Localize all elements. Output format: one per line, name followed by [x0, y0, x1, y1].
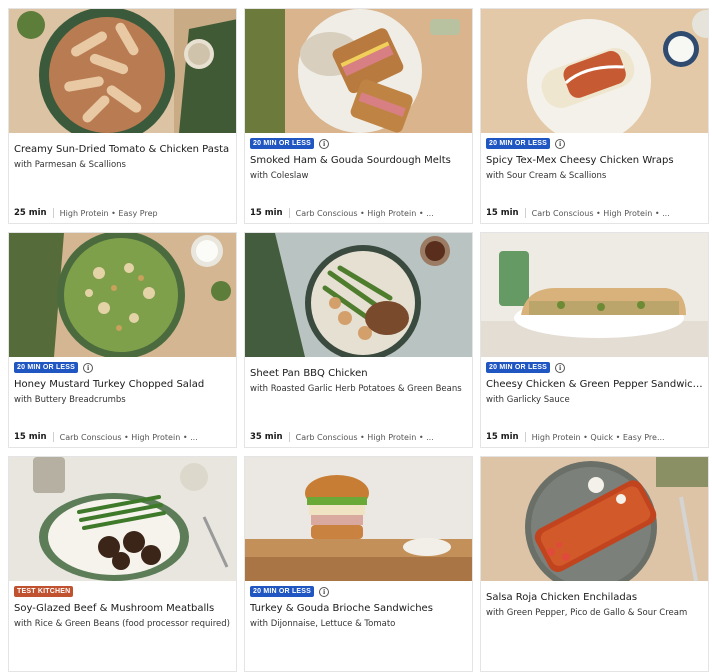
card-body: 20 MIN OR LESS i Smoked Ham & Gouda Sour…	[245, 133, 472, 223]
quick-badge: 20 MIN OR LESS	[14, 362, 79, 373]
divider	[288, 432, 290, 442]
recipe-tags: Carb Conscious • High Protein • ...	[531, 208, 670, 218]
divider	[52, 208, 54, 218]
recipe-card[interactable]: 20 MIN OR LESS i Turkey & Gouda Brioche …	[244, 456, 473, 672]
recipe-title: Smoked Ham & Gouda Sourdough Melts	[250, 155, 451, 166]
recipe-title: Soy-Glazed Beef & Mushroom Meatballs	[14, 603, 215, 614]
recipe-card[interactable]: 20 MIN OR LESS i Cheesy Chicken & Green …	[480, 232, 709, 448]
quick-badge: 20 MIN OR LESS	[250, 138, 315, 149]
recipe-meta: 15 min Carb Conscious • High Protein • .…	[250, 208, 468, 218]
recipe-photo	[9, 9, 236, 133]
recipe-photo	[481, 233, 708, 357]
recipe-tags: Carb Conscious • High Protein • ...	[295, 208, 434, 218]
recipe-title: Turkey & Gouda Brioche Sandwiches	[250, 603, 433, 614]
info-icon[interactable]: i	[83, 362, 94, 373]
recipe-card[interactable]: 20 MIN OR LESS i Spicy Tex-Mex Cheesy Ch…	[480, 8, 709, 224]
recipe-meta: 15 min High Protein • Quick • Easy Pre..…	[486, 432, 704, 442]
cook-time: 15 min	[486, 208, 519, 218]
card-body: Salsa Roja Chicken Enchiladas with Green…	[481, 581, 708, 671]
card-body: 20 MIN OR LESS i Spicy Tex-Mex Cheesy Ch…	[481, 133, 708, 223]
info-icon[interactable]: i	[319, 586, 330, 597]
test-kitchen-badge: TEST KITCHEN	[14, 586, 74, 597]
recipe-grid: Creamy Sun-Dried Tomato & Chicken Pasta …	[8, 8, 709, 672]
info-icon[interactable]: i	[555, 362, 566, 373]
recipe-photo	[245, 9, 472, 133]
badge-row: 20 MIN OR LESS i	[250, 586, 330, 597]
recipe-title: Sheet Pan BBQ Chicken	[250, 368, 368, 379]
recipe-photo	[481, 457, 708, 581]
recipe-photo	[9, 233, 236, 357]
cook-time: 35 min	[250, 432, 283, 442]
info-icon[interactable]: i	[319, 138, 330, 149]
recipe-subtitle: with Sour Cream & Scallions	[486, 171, 607, 181]
recipe-photo	[245, 457, 472, 581]
recipe-card[interactable]: 20 MIN OR LESS i Smoked Ham & Gouda Sour…	[244, 8, 473, 224]
recipe-card[interactable]: 20 MIN OR LESS i Honey Mustard Turkey Ch…	[8, 232, 237, 448]
card-body: 20 MIN OR LESS i Honey Mustard Turkey Ch…	[9, 357, 236, 447]
recipe-meta: 35 min Carb Conscious • High Protein • .…	[250, 432, 468, 442]
cook-time: 15 min	[486, 432, 519, 442]
recipe-subtitle: with Green Pepper, Pico de Gallo & Sour …	[486, 608, 688, 618]
recipe-meta: 25 min High Protein • Easy Prep	[14, 208, 232, 218]
recipe-card[interactable]: Salsa Roja Chicken Enchiladas with Green…	[480, 456, 709, 672]
recipe-title: Spicy Tex-Mex Cheesy Chicken Wraps	[486, 155, 674, 166]
quick-badge: 20 MIN OR LESS	[486, 138, 551, 149]
recipe-subtitle: with Dijonnaise, Lettuce & Tomato	[250, 619, 396, 629]
recipe-subtitle: with Parmesan & Scallions	[14, 160, 126, 170]
recipe-meta: 15 min Carb Conscious • High Protein • .…	[486, 208, 704, 218]
badge-row: TEST KITCHEN	[14, 586, 74, 597]
badge-row: 20 MIN OR LESS i	[250, 138, 330, 149]
card-body: Creamy Sun-Dried Tomato & Chicken Pasta …	[9, 133, 236, 223]
card-body: 20 MIN OR LESS i Turkey & Gouda Brioche …	[245, 581, 472, 671]
divider	[524, 208, 526, 218]
cook-time: 15 min	[14, 432, 47, 442]
cook-time: 25 min	[14, 208, 47, 218]
recipe-card[interactable]: Creamy Sun-Dried Tomato & Chicken Pasta …	[8, 8, 237, 224]
recipe-subtitle: with Coleslaw	[250, 171, 309, 181]
recipe-title: Cheesy Chicken & Green Pepper Sandwich..…	[486, 379, 704, 390]
recipe-subtitle: with Buttery Breadcrumbs	[14, 395, 126, 405]
recipe-subtitle: with Roasted Garlic Herb Potatoes & Gree…	[250, 384, 462, 394]
recipe-card[interactable]: TEST KITCHEN Soy-Glazed Beef & Mushroom …	[8, 456, 237, 672]
recipe-tags: Carb Conscious • High Protein • ...	[295, 432, 434, 442]
recipe-subtitle: with Rice & Green Beans (food processor …	[14, 619, 230, 629]
recipe-card[interactable]: Sheet Pan BBQ Chicken with Roasted Garli…	[244, 232, 473, 448]
cook-time: 15 min	[250, 208, 283, 218]
recipe-title: Creamy Sun-Dried Tomato & Chicken Pasta	[14, 144, 230, 155]
divider	[52, 432, 54, 442]
quick-badge: 20 MIN OR LESS	[250, 586, 315, 597]
quick-badge: 20 MIN OR LESS	[486, 362, 551, 373]
recipe-meta: 15 min Carb Conscious • High Protein • .…	[14, 432, 232, 442]
recipe-photo	[245, 233, 472, 357]
recipe-photo	[481, 9, 708, 133]
recipe-title: Salsa Roja Chicken Enchiladas	[486, 592, 638, 603]
badge-row: 20 MIN OR LESS i	[486, 362, 566, 373]
card-body: 20 MIN OR LESS i Cheesy Chicken & Green …	[481, 357, 708, 447]
recipe-photo	[9, 457, 236, 581]
recipe-tags: High Protein • Quick • Easy Pre...	[531, 432, 665, 442]
badge-row: 20 MIN OR LESS i	[14, 362, 94, 373]
info-icon[interactable]: i	[555, 138, 566, 149]
card-body: Sheet Pan BBQ Chicken with Roasted Garli…	[245, 357, 472, 447]
card-body: TEST KITCHEN Soy-Glazed Beef & Mushroom …	[9, 581, 236, 671]
divider	[524, 432, 526, 442]
recipe-tags: Carb Conscious • High Protein • ...	[59, 432, 198, 442]
divider	[288, 208, 290, 218]
recipe-subtitle: with Garlicky Sauce	[486, 395, 570, 405]
recipe-tags: High Protein • Easy Prep	[59, 208, 158, 218]
badge-row: 20 MIN OR LESS i	[486, 138, 566, 149]
recipe-title: Honey Mustard Turkey Chopped Salad	[14, 379, 205, 390]
